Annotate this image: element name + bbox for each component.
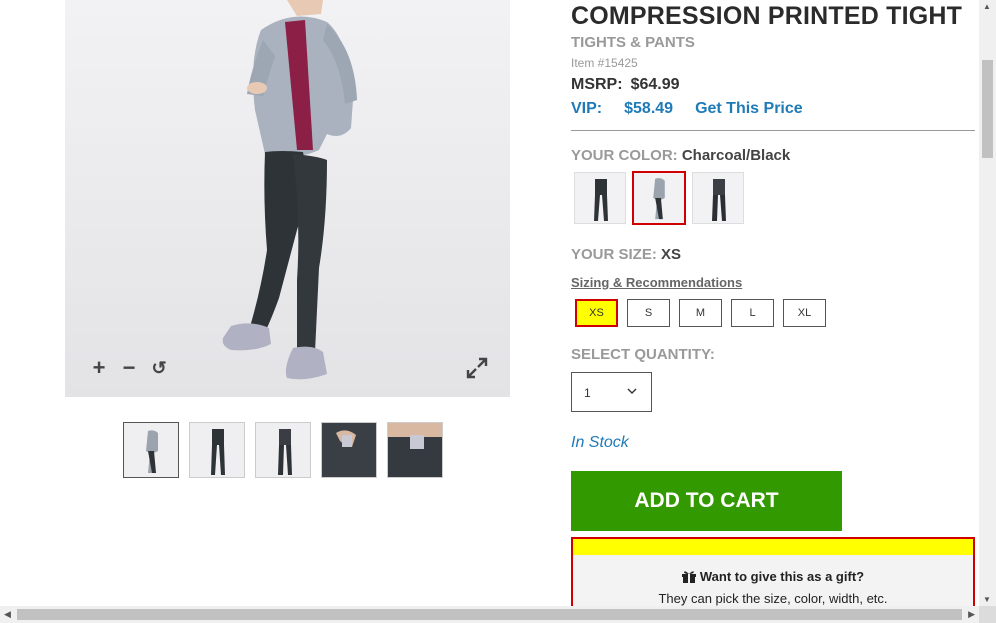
- thumbnail-5[interactable]: [387, 422, 443, 478]
- size-s-button[interactable]: S: [627, 299, 670, 327]
- zoom-in-icon[interactable]: +: [89, 357, 109, 379]
- scroll-left-icon[interactable]: ◀: [4, 609, 11, 620]
- item-number: Item #15425: [571, 56, 638, 70]
- add-to-cart-button[interactable]: ADD TO CART: [571, 471, 842, 531]
- thumbnail-1[interactable]: [123, 422, 179, 478]
- thumbnail-2[interactable]: [189, 422, 245, 478]
- vip-value: $58.49: [624, 100, 674, 117]
- product-page: + − ↺ COMPRESSION PRINTED TIGHT TIGHTS &…: [0, 0, 996, 623]
- gift-highlight-bar: [573, 539, 973, 555]
- zoom-out-icon[interactable]: −: [119, 357, 139, 379]
- msrp-label: MSRP:: [571, 76, 623, 93]
- scroll-up-icon[interactable]: ▲: [983, 2, 991, 11]
- quantity-select[interactable]: 1: [571, 372, 652, 412]
- vertical-scroll-thumb[interactable]: [982, 60, 993, 158]
- size-m-button[interactable]: M: [679, 299, 722, 327]
- color-swatch-2[interactable]: [632, 171, 686, 225]
- gift-title: Want to give this as a gift?: [573, 569, 973, 584]
- stock-status: In Stock: [571, 434, 629, 451]
- color-label: YOUR COLOR: Charcoal/Black: [571, 147, 791, 164]
- divider: [571, 130, 975, 131]
- chevron-down-icon: [627, 388, 637, 394]
- size-xl-button[interactable]: XL: [783, 299, 826, 327]
- scrollbar-corner: [979, 606, 996, 623]
- quantity-value: 1: [584, 386, 591, 400]
- color-swatches: [574, 171, 744, 225]
- thumbnail-strip: [123, 422, 443, 478]
- gift-icon: [681, 571, 696, 583]
- get-this-price-link[interactable]: Get This Price: [695, 100, 803, 117]
- size-xs-button[interactable]: XS: [575, 299, 618, 327]
- model-photo: [65, 0, 510, 397]
- product-title: COMPRESSION PRINTED TIGHT: [571, 2, 963, 30]
- horizontal-scroll-thumb[interactable]: [17, 609, 962, 620]
- vertical-scrollbar[interactable]: ▲ ▼: [979, 0, 996, 606]
- sizing-recommendations-link[interactable]: Sizing & Recommendations: [571, 275, 742, 290]
- thumbnail-3[interactable]: [255, 422, 311, 478]
- gift-box[interactable]: Want to give this as a gift? They can pi…: [571, 537, 975, 617]
- msrp-price: MSRP: $64.99: [571, 76, 680, 94]
- horizontal-scrollbar[interactable]: ◀ ▶: [0, 606, 979, 623]
- main-product-image[interactable]: + − ↺: [65, 0, 510, 397]
- vip-price: VIP: $58.49 Get This Price: [571, 100, 803, 118]
- scroll-down-icon[interactable]: ▼: [983, 595, 991, 604]
- product-category: TIGHTS & PANTS: [571, 34, 695, 51]
- expand-icon[interactable]: [466, 357, 488, 379]
- color-swatch-1[interactable]: [574, 172, 626, 224]
- size-label: YOUR SIZE: XS: [571, 246, 682, 263]
- size-options: XS S M L XL: [575, 299, 826, 327]
- scroll-right-icon[interactable]: ▶: [968, 609, 975, 620]
- selected-color: Charcoal/Black: [681, 147, 791, 164]
- selected-size: XS: [661, 246, 682, 263]
- size-l-button[interactable]: L: [731, 299, 774, 327]
- quantity-label: SELECT QUANTITY:: [571, 346, 715, 363]
- vip-label: VIP:: [571, 100, 603, 117]
- thumbnail-4[interactable]: [321, 422, 377, 478]
- msrp-value: $64.99: [630, 76, 680, 93]
- gift-subtitle: They can pick the size, color, width, et…: [658, 591, 888, 606]
- reset-zoom-icon[interactable]: ↺: [149, 358, 169, 378]
- color-swatch-3[interactable]: [692, 172, 744, 224]
